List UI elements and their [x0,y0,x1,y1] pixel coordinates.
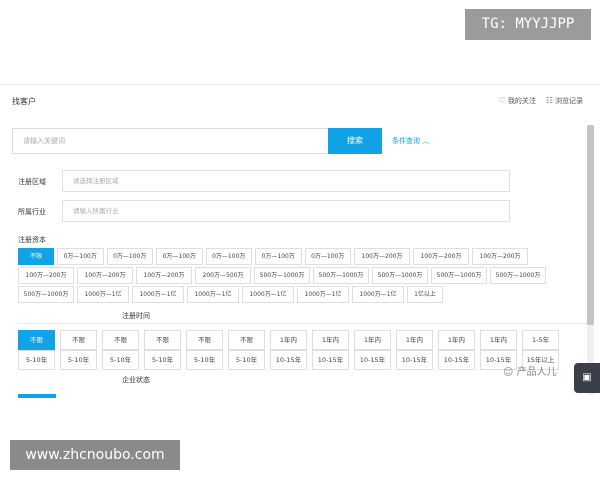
filter-chip[interactable]: 500万—1000万 [254,267,310,284]
filter-chip[interactable]: 100万—200万 [136,267,192,284]
filter-chip[interactable]: 5-10年 [102,350,139,370]
filter-chip[interactable]: 1年内 [312,330,349,350]
list-icon: ☷ [545,96,553,105]
find-customer-panel: 找客户 ♡ 我的关注 ☷ 浏览记录 请输入关键词 搜索 条件查询 ︿ 注册区域 请选… [0,84,600,398]
filter-chip[interactable]: 100万—200万 [77,267,133,284]
filter-chip[interactable]: 10-15年 [438,350,475,370]
filter-chip[interactable]: 1000万—1亿 [352,286,404,303]
filter-chip[interactable]: 1年内 [354,330,391,350]
filter-chip[interactable]: 1000万—1亿 [132,286,184,303]
advanced-query-label: 条件查询 [392,137,420,145]
filter-chip[interactable]: 5-10年 [144,350,181,370]
filter-chip[interactable]: 5-10年 [60,350,97,370]
advanced-query-toggle[interactable]: 条件查询 ︿ [392,136,429,146]
filter-chip[interactable]: 不限 [102,330,139,350]
filter-chip[interactable]: 10-15年 [396,350,433,370]
filter-chip[interactable]: 0万—100万 [156,248,203,265]
chevron-up-icon: ︿ [422,137,430,145]
filter-chip[interactable]: 10-15年 [270,350,307,370]
filter-chip[interactable]: 1000万—1亿 [297,286,349,303]
filter-chip[interactable]: 5-10年 [186,350,223,370]
filter-chip[interactable]: 不限 [186,330,223,350]
filter-chip[interactable]: 0万—100万 [106,248,153,265]
wechat-badge: ☺ 产品人儿 [503,363,557,378]
capital-label: 注册资本 [18,236,46,244]
filter-chip[interactable]: 500万—1000万 [18,286,74,303]
filter-chip[interactable]: 500万—1000万 [431,267,487,284]
filter-chip[interactable]: 1年内 [396,330,433,350]
filter-chip[interactable]: 0万—100万 [57,248,104,265]
watermark-bottom: www.zhcnoubo.com [10,440,180,470]
time-label: 注册时间 [122,312,150,320]
filter-chip[interactable]: 200万—500万 [195,267,251,284]
filter-chip[interactable]: 1000万—1亿 [77,286,129,303]
filter-chip[interactable]: 500万—1000万 [490,267,546,284]
filter-chip[interactable]: 1-5年 [522,330,559,350]
filter-chip[interactable]: 1000万—1亿 [187,286,239,303]
filter-chip[interactable]: 不限 [60,330,97,350]
status-label: 企业状态 [122,376,150,384]
filter-chip[interactable]: 0万—100万 [205,248,252,265]
filter-chip[interactable]: 5-10年 [228,350,265,370]
filter-chip[interactable]: 不限 [18,248,54,265]
industry-label: 所属行业 [18,208,46,216]
filter-chip[interactable]: 0万—100万 [255,248,302,265]
filter-chip[interactable]: 1年内 [480,330,517,350]
filter-chip[interactable]: 不限 [228,330,265,350]
filter-chip[interactable]: 100万—200万 [354,248,410,265]
my-follow-link[interactable]: ♡ 我的关注 [499,96,536,106]
filter-chip[interactable]: 100万—200万 [413,248,469,265]
history-label: 浏览记录 [555,97,583,105]
search-button[interactable]: 搜索 [328,128,382,154]
region-select[interactable]: 请选择注册区域 [62,170,510,192]
wechat-badge-label: 产品人儿 [516,367,557,378]
page-title: 找客户 [12,97,36,106]
panel-header: 找客户 ♡ 我的关注 ☷ 浏览记录 [0,85,600,121]
filter-chip[interactable]: 不限 [144,330,181,350]
divider [18,323,588,324]
chat-icon: ▣ [582,372,592,383]
filter-chip[interactable]: 1年内 [270,330,307,350]
filter-chip[interactable]: 500万—1000万 [372,267,428,284]
screenshot: TG: MYYJJPP 找客户 ♡ 我的关注 ☷ 浏览记录 请输入关键词 搜索 条件… [0,0,600,480]
filter-chip[interactable]: 1000万—1亿 [242,286,294,303]
filter-chip[interactable]: 10-15年 [354,350,391,370]
chat-button[interactable]: ▣ [574,363,600,393]
filter-chip[interactable]: 0万—100万 [304,248,351,265]
filter-chip[interactable]: 500万—1000万 [313,267,369,284]
search-bar: 请输入关键词 搜索 [12,128,382,154]
filter-chip[interactable]: 100万—200万 [18,267,74,284]
watermark-top: TG: MYYJJPP [465,9,591,40]
filter-chip[interactable]: 1年内 [438,330,475,350]
filter-chip[interactable]: 10-15年 [312,350,349,370]
wechat-icon: ☺ [503,367,514,378]
industry-input[interactable]: 请输入所属行业 [62,200,510,222]
heart-icon: ♡ [498,96,506,105]
header-actions: ♡ 我的关注 ☷ 浏览记录 [499,96,583,106]
history-link[interactable]: ☷ 浏览记录 [546,96,583,106]
filter-chip[interactable]: 1亿以上 [407,286,443,303]
active-chip-edge [18,394,56,398]
search-input[interactable]: 请输入关键词 [12,128,328,154]
scrollbar-thumb[interactable] [587,125,594,325]
filter-chip[interactable]: 5-10年 [18,350,55,370]
region-label: 注册区域 [18,178,46,186]
my-follow-label: 我的关注 [507,97,536,105]
filter-chip[interactable]: 不限 [18,330,55,350]
filter-chip[interactable]: 100万—200万 [472,248,528,265]
